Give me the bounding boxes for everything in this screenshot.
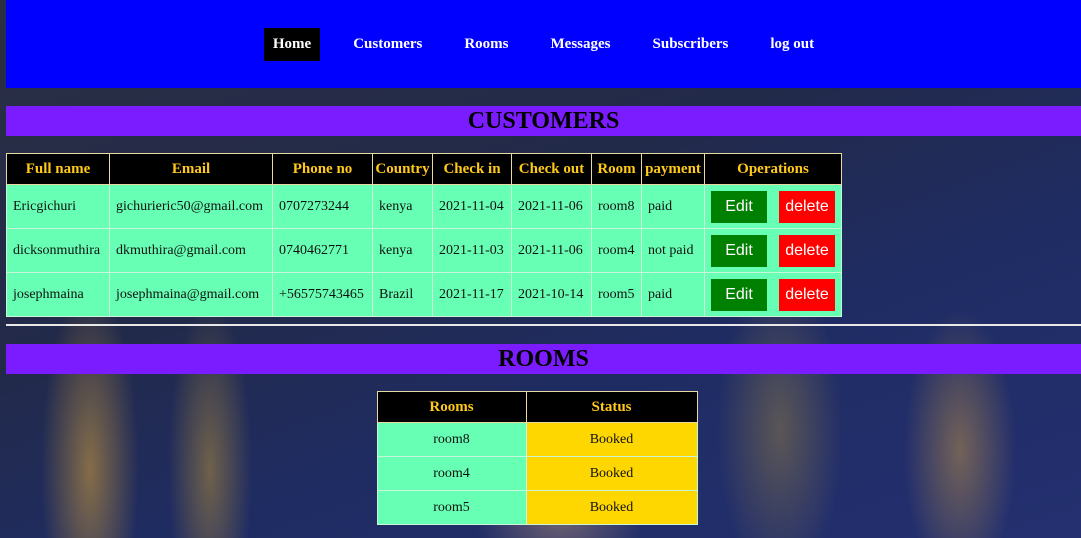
cell-payment: paid <box>641 184 705 229</box>
cell-operations: Edit delete <box>704 184 842 229</box>
table-row: room8 Booked <box>376 422 698 457</box>
cell-payment: paid <box>641 272 705 317</box>
cell-operations: Edit delete <box>704 272 842 317</box>
cell-room: room4 <box>591 228 642 273</box>
page: Home Customers Rooms Messages Subscriber… <box>6 0 1081 525</box>
customers-heading: CUSTOMERS <box>6 106 1081 136</box>
rooms-table: Rooms Status room8 Booked room4 Booked r… <box>376 391 698 525</box>
cell-phone: +56575743465 <box>272 272 373 317</box>
cell-check-out: 2021-11-06 <box>511 228 592 273</box>
cell-country: kenya <box>372 228 433 273</box>
table-row: dicksonmuthira dkmuthira@gmail.com 07404… <box>6 228 842 273</box>
col-email: Email <box>109 153 273 185</box>
rooms-heading: ROOMS <box>6 344 1081 374</box>
cell-email: gichurieric50@gmail.com <box>109 184 273 229</box>
col-check-out: Check out <box>511 153 592 185</box>
cell-status: Booked <box>525 456 698 491</box>
rooms-table-wrapper: Rooms Status room8 Booked room4 Booked r… <box>6 391 1081 525</box>
nav-home[interactable]: Home <box>263 27 321 61</box>
col-country: Country <box>372 153 433 185</box>
cell-check-in: 2021-11-17 <box>432 272 512 317</box>
cell-full-name: dicksonmuthira <box>6 228 110 273</box>
col-rooms: Rooms <box>376 391 527 423</box>
cell-full-name: josephmaina <box>6 272 110 317</box>
customers-header-row: Full name Email Phone no Country Check i… <box>6 153 842 185</box>
delete-button[interactable]: delete <box>779 278 835 311</box>
edit-button[interactable]: Edit <box>711 234 767 267</box>
nav-rooms[interactable]: Rooms <box>455 28 517 61</box>
delete-button[interactable]: delete <box>779 190 835 223</box>
cell-phone: 0707273244 <box>272 184 373 229</box>
cell-room: room8 <box>376 422 527 457</box>
customers-table: Full name Email Phone no Country Check i… <box>6 153 842 317</box>
nav-subscribers[interactable]: Subscribers <box>644 28 738 61</box>
top-navbar: Home Customers Rooms Messages Subscriber… <box>6 0 1081 88</box>
nav-logout[interactable]: log out <box>761 28 823 61</box>
rooms-header-row: Rooms Status <box>376 391 698 423</box>
cell-status: Booked <box>525 490 698 525</box>
table-row: room5 Booked <box>376 490 698 525</box>
cell-check-out: 2021-10-14 <box>511 272 592 317</box>
cell-check-in: 2021-11-03 <box>432 228 512 273</box>
cell-country: kenya <box>372 184 433 229</box>
cell-phone: 0740462771 <box>272 228 373 273</box>
col-full-name: Full name <box>6 153 110 185</box>
cell-room: room5 <box>376 490 527 525</box>
cell-email: dkmuthira@gmail.com <box>109 228 273 273</box>
col-room: Room <box>591 153 642 185</box>
col-operations: Operations <box>704 153 842 185</box>
cell-email: josephmaina@gmail.com <box>109 272 273 317</box>
delete-button[interactable]: delete <box>779 234 835 267</box>
edit-button[interactable]: Edit <box>711 190 767 223</box>
col-check-in: Check in <box>432 153 512 185</box>
cell-room: room5 <box>591 272 642 317</box>
nav-customers[interactable]: Customers <box>344 28 431 61</box>
cell-payment: not paid <box>641 228 705 273</box>
col-status: Status <box>525 391 698 423</box>
cell-room: room8 <box>591 184 642 229</box>
cell-room: room4 <box>376 456 527 491</box>
cell-check-in: 2021-11-04 <box>432 184 512 229</box>
cell-full-name: Ericgichuri <box>6 184 110 229</box>
nav-messages[interactable]: Messages <box>542 28 620 61</box>
table-row: josephmaina josephmaina@gmail.com +56575… <box>6 272 842 317</box>
col-phone: Phone no <box>272 153 373 185</box>
cell-status: Booked <box>525 422 698 457</box>
cell-operations: Edit delete <box>704 228 842 273</box>
col-payment: payment <box>641 153 705 185</box>
edit-button[interactable]: Edit <box>711 278 767 311</box>
cell-check-out: 2021-11-06 <box>511 184 592 229</box>
table-row: Ericgichuri gichurieric50@gmail.com 0707… <box>6 184 842 229</box>
cell-country: Brazil <box>372 272 433 317</box>
table-row: room4 Booked <box>376 456 698 491</box>
